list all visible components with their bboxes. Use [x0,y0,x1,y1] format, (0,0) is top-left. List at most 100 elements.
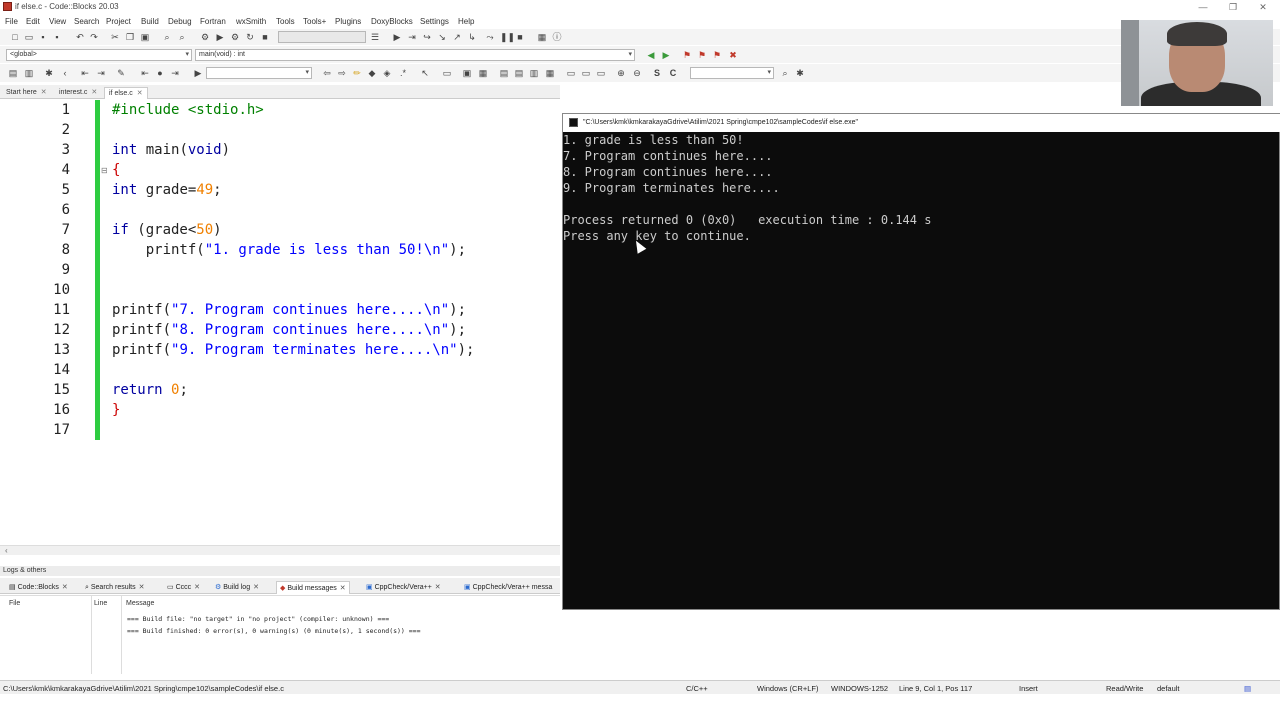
build-messages-list[interactable]: File Line Message === Build file: "no ta… [0,595,560,675]
step-into-icon[interactable]: ↘ [437,32,447,42]
build-target-combo[interactable] [278,31,366,43]
settings-icon[interactable]: ✱ [795,68,805,78]
bookmark-clear-icon[interactable]: ✖ [728,50,738,60]
minimize-button[interactable]: — [1190,0,1216,14]
cut-icon[interactable]: ✂ [110,32,120,42]
function-combo[interactable]: main(void) : int ▾ [195,49,635,61]
grid-icon[interactable]: ▦ [478,68,488,78]
symbol-combo[interactable]: ▾ [690,67,774,79]
bookmark-prev-icon[interactable]: ⚑ [697,50,707,60]
replace-icon[interactable]: ⌕ [177,32,187,42]
symbol-s-icon[interactable]: S [652,68,662,78]
menu-tools[interactable]: Tools [276,17,295,26]
debug-windows-icon[interactable]: ▦ [537,32,547,42]
layout-4-icon[interactable]: ▦ [545,68,555,78]
bookmark-next-icon[interactable]: ⚑ [712,50,722,60]
jump-back-icon[interactable]: ◀ [646,50,656,60]
save-icon[interactable]: ▪ [38,32,48,42]
tab-start-here[interactable]: Start here ✕ [2,87,51,99]
new-file-icon[interactable]: □ [10,32,20,42]
play-macro-icon[interactable]: ▶ [193,68,203,78]
rebuild-icon[interactable]: ↻ [245,32,255,42]
menu-file[interactable]: File [5,17,18,26]
tab-codeblocks-log[interactable]: ▤ Code::Blocks ✕ [6,581,71,594]
search-icon[interactable]: ⌕ [780,68,790,78]
log-message-row[interactable]: === Build file: "no target" in "no proje… [127,615,389,623]
redo-icon[interactable]: ↷ [89,32,99,42]
undo-icon[interactable]: ↶ [75,32,85,42]
tab-if-else-c[interactable]: if else.c ✕ [104,87,148,99]
highlight-marker-icon[interactable]: ✏ [352,68,362,78]
tab-cppcheck-messages[interactable]: ▣ CppCheck/Vera++ messa [461,581,555,594]
scope-combo[interactable]: <global> ▾ [6,49,192,61]
menu-search[interactable]: Search [74,17,99,26]
layout-3-icon[interactable]: ▥ [529,68,539,78]
log-message-row[interactable]: === Build finished: 0 error(s), 0 warnin… [127,627,421,635]
zoom-out-icon[interactable]: ⊖ [632,68,642,78]
menu-debug[interactable]: Debug [168,17,192,26]
tab-build-messages[interactable]: ◆ Build messages ✕ [276,581,350,594]
abort-icon[interactable]: ■ [260,32,270,42]
jump-forward-icon[interactable]: ▶ [661,50,671,60]
copy-icon[interactable]: ❐ [125,32,135,42]
layout-1-icon[interactable]: ▤ [499,68,509,78]
tab-build-log[interactable]: ⚙ Build log ✕ [212,581,262,594]
close-icon[interactable]: ✕ [340,585,346,592]
pointer-icon[interactable]: ↖ [420,68,430,78]
run-icon[interactable]: ▶ [215,32,225,42]
save-all-icon[interactable]: ▪ [52,32,62,42]
uncomment-icon[interactable]: ▥ [24,68,34,78]
tab-cccc[interactable]: ▭ Cccc ✕ [164,581,203,594]
fold-marker-icon[interactable]: ⊟ [101,166,108,175]
menu-doxyblocks[interactable]: DoxyBlocks [371,17,413,26]
menu-wxsmith[interactable]: wxSmith [236,17,266,26]
menu-edit[interactable]: Edit [26,17,40,26]
tab-interest-c[interactable]: interest.c ✕ [55,87,101,99]
console-title-bar[interactable]: "C:\Users\kmk\kmkarakayaGdrive\Atilim\20… [563,114,1280,132]
layout-2-icon[interactable]: ▤ [514,68,524,78]
toggle-comment-icon[interactable]: ▤ [8,68,18,78]
pause-icon[interactable]: ❚❚ [500,32,515,42]
close-icon[interactable]: ✕ [91,89,97,96]
shape-2-icon[interactable]: ▭ [581,68,591,78]
match-brace-icon[interactable]: ‹ [60,68,70,78]
wand-icon[interactable]: ✎ [116,68,126,78]
target-dialog-icon[interactable]: ☰ [370,32,380,42]
bookmark-toggle-icon[interactable]: ⚑ [682,50,692,60]
step-instruction-icon[interactable]: ⤳ [485,32,495,42]
regex-icon[interactable]: .* [398,68,408,78]
shape-3-icon[interactable]: ▭ [596,68,606,78]
menu-settings[interactable]: Settings [420,17,449,26]
menu-build[interactable]: Build [141,17,159,26]
close-icon[interactable]: ✕ [253,584,259,591]
search-combo[interactable]: ▾ [206,67,312,79]
close-icon[interactable]: ✕ [41,89,47,96]
stop-debug-icon[interactable]: ■ [515,32,525,42]
fold-next-icon[interactable]: ⇥ [170,68,180,78]
zoom-in-icon[interactable]: ⊕ [616,68,626,78]
code-editor[interactable]: 1 2 3 4 5 6 7 8 9 10 11 12 13 14 15 16 1… [0,100,560,545]
scroll-left-icon[interactable]: ‹ [5,546,8,555]
build-run-icon[interactable]: ⚙ [230,32,240,42]
open-icon[interactable]: ▭ [24,32,34,42]
close-button[interactable]: ✕ [1250,0,1276,14]
close-icon[interactable]: ✕ [435,584,441,591]
find-icon[interactable]: ⌕ [162,32,172,42]
console-output[interactable]: 1. grade is less than 50! 7. Program con… [563,133,1279,609]
debug-start-icon[interactable]: ▶ [392,32,402,42]
menu-plugins[interactable]: Plugins [335,17,361,26]
editor-horizontal-scrollbar[interactable]: ‹ [0,545,560,555]
gear-build-icon[interactable]: ⚙ [200,32,210,42]
close-icon[interactable]: ✕ [139,584,145,591]
breakpoint-icon[interactable]: ● [155,68,165,78]
column-header-file[interactable]: File [9,600,20,607]
indent-icon[interactable]: ⇤ [80,68,90,78]
menu-view[interactable]: View [49,17,66,26]
find-prev-icon[interactable]: ⇦ [322,68,332,78]
next-instruction-icon[interactable]: ↳ [467,32,477,42]
menu-fortran[interactable]: Fortran [200,17,226,26]
run-to-cursor-icon[interactable]: ⇥ [407,32,417,42]
find-next-icon[interactable]: ⇨ [337,68,347,78]
selected-text-icon[interactable]: ◆ [367,68,377,78]
highlight-icon[interactable]: ✱ [44,68,54,78]
